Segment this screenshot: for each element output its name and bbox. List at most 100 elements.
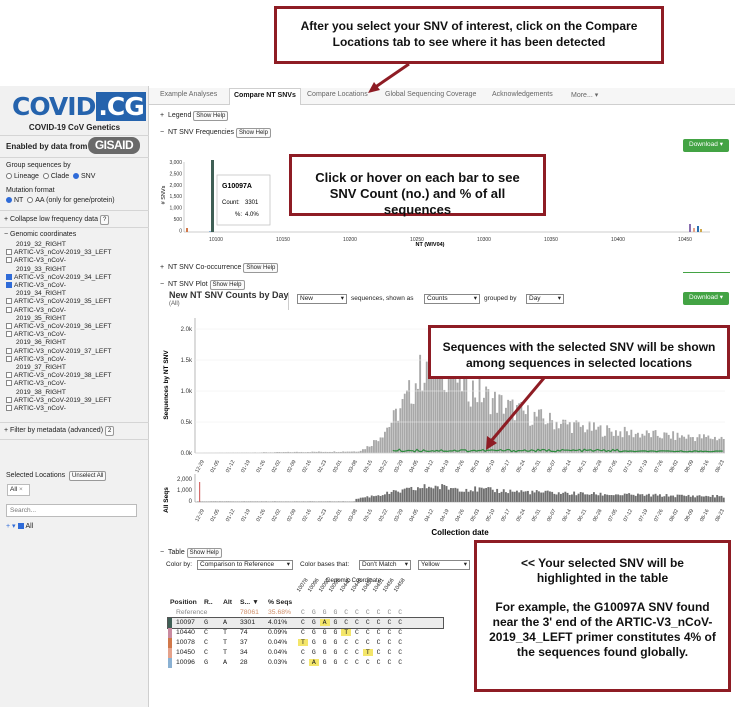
all-seqs-bar[interactable] [571, 494, 573, 502]
bar-10456[interactable] [700, 229, 702, 232]
snv-plot-bar[interactable] [698, 434, 701, 453]
all-seqs-bar[interactable] [606, 494, 609, 502]
all-seqs-bar[interactable] [401, 489, 404, 502]
snv-plot-bar[interactable] [606, 425, 609, 453]
all-seqs-bar[interactable] [562, 492, 565, 502]
all-seqs-bar[interactable] [676, 494, 679, 502]
snv-plot-bar[interactable] [588, 421, 591, 453]
cooccurrence-section[interactable]: + NT SNV Co-occurrence Show Help [160, 263, 279, 273]
all-seqs-bar[interactable] [659, 494, 661, 502]
snv-plot-bar[interactable] [395, 408, 397, 453]
snv-plot-bar[interactable] [419, 354, 422, 453]
snv-plot-bar[interactable] [676, 432, 679, 453]
snv-plot-bar[interactable] [566, 424, 569, 453]
all-seqs-bar[interactable] [626, 493, 628, 502]
tab-compare-nt-snvs[interactable]: Compare NT SNVs [229, 88, 301, 105]
plot-day-select[interactable]: Day ▾ [526, 294, 564, 304]
all-seqs-bar[interactable] [654, 493, 657, 502]
snv-plot-bar[interactable] [401, 399, 404, 453]
all-seqs-bar[interactable] [425, 488, 428, 502]
tab-acknowledgements[interactable]: Acknowledgements [492, 91, 553, 98]
primer-item[interactable]: 2019_34_RIGHT [6, 290, 144, 298]
all-seqs-bar[interactable] [634, 495, 637, 502]
all-seqs-bar[interactable] [590, 494, 593, 502]
all-seqs-bar[interactable] [529, 494, 532, 502]
primer-item[interactable]: ARTIC-V3_nCoV-2019_37_LEFT [6, 347, 144, 356]
all-seqs-bar[interactable] [595, 494, 598, 502]
snv-plot-bar[interactable] [667, 434, 670, 453]
bar-c10450t[interactable] [693, 228, 695, 232]
snv-plot-bar[interactable] [577, 421, 580, 453]
all-seqs-bar[interactable] [436, 486, 439, 502]
snv-plot-bar[interactable] [648, 433, 650, 453]
snv-plot-bar[interactable] [632, 437, 635, 453]
all-seqs-bar[interactable] [665, 494, 668, 502]
all-seqs-bar[interactable] [364, 497, 367, 502]
all-seqs-bar[interactable] [538, 491, 540, 502]
all-seqs-bar[interactable] [705, 495, 708, 502]
snv-plot-bar[interactable] [439, 378, 441, 453]
all-seqs-bar[interactable] [670, 495, 672, 502]
tab-example-analyses[interactable]: Example Analyses [160, 91, 217, 98]
all-seqs-bar[interactable] [621, 495, 624, 502]
all-seqs-bar[interactable] [524, 491, 527, 502]
covid-cg-logo[interactable]: COVID .CG [12, 92, 146, 122]
all-seqs-bar[interactable] [692, 495, 694, 502]
all-seqs-bar[interactable] [586, 494, 589, 502]
all-seqs-bar[interactable] [494, 492, 496, 502]
snv-plot-bar[interactable] [447, 371, 450, 453]
all-seqs-bar[interactable] [604, 494, 606, 502]
col-seqs[interactable]: S... ▼ [240, 599, 259, 606]
all-seqs-bar[interactable] [355, 498, 358, 502]
snv-plot-bar[interactable] [626, 431, 628, 453]
all-seqs-bar[interactable] [458, 491, 461, 502]
snv-plot-bar[interactable] [381, 437, 384, 453]
all-seqs-bar[interactable] [520, 490, 523, 502]
plus-icon[interactable]: + [6, 523, 10, 530]
snv-plot-bar[interactable] [445, 392, 448, 453]
all-seqs-bar[interactable] [549, 491, 551, 502]
snv-plot-bar[interactable] [362, 449, 364, 453]
all-seqs-bar[interactable] [593, 492, 595, 502]
tab-compare-locations[interactable]: Compare Locations [307, 91, 368, 98]
all-seqs-bar[interactable] [456, 488, 459, 502]
table-row[interactable]: Reference 78061 35.68% C G G G C C C C C C [168, 608, 443, 618]
all-seqs-bar[interactable] [417, 487, 419, 502]
all-seqs-bar[interactable] [412, 489, 415, 502]
group-lineage-radio[interactable]: Lineage [6, 173, 39, 180]
all-seqs-bar[interactable] [535, 490, 538, 502]
all-seqs-bar[interactable] [542, 492, 545, 502]
all-seqs-bar[interactable] [648, 493, 650, 502]
all-seqs-bar[interactable] [645, 494, 648, 502]
primer-item[interactable]: ARTIC-V3_nCoV- [6, 306, 144, 315]
location-tag-all[interactable]: All × [7, 484, 30, 496]
filter-metadata-toggle[interactable]: + Filter by metadata (advanced) 2 [4, 426, 115, 436]
all-seqs-bar[interactable] [683, 495, 686, 502]
all-seqs-bar[interactable] [357, 498, 360, 502]
snv-plot-bar[interactable] [709, 438, 712, 453]
all-seqs-bar[interactable] [720, 495, 723, 502]
snv-plot-bar[interactable] [665, 432, 668, 453]
snv-plot-bar[interactable] [388, 426, 391, 453]
collapse-low-frequency-toggle[interactable]: + Collapse low frequency data ? [4, 215, 110, 225]
all-seqs-bar[interactable] [608, 495, 611, 502]
primer-item[interactable]: 2019_36_RIGHT [6, 339, 144, 347]
table-row[interactable]: 10440 C T 74 0.09% C G G G T C C C C C [168, 628, 443, 638]
primer-item[interactable]: ARTIC-V3_nCoV-2019_33_LEFT [6, 249, 144, 257]
primer-item[interactable]: 2019_33_RIGHT [6, 266, 144, 274]
all-seqs-bar[interactable] [643, 495, 646, 502]
snv-plot-bar[interactable] [555, 421, 558, 453]
filter-help-button[interactable]: 2 [105, 426, 115, 436]
all-seqs-bar[interactable] [505, 492, 507, 502]
primer-item[interactable]: ARTIC-V3_nCoV-2019_34_LEFT [6, 273, 144, 282]
all-seqs-bar[interactable] [694, 497, 697, 502]
all-seqs-bar[interactable] [463, 491, 466, 502]
legend-section[interactable]: + Legend Show Help [160, 111, 229, 121]
all-seqs-bar[interactable] [447, 489, 450, 502]
all-seqs-bar[interactable] [403, 488, 406, 502]
all-seqs-bar[interactable] [430, 487, 433, 502]
checkbox-icon[interactable] [6, 249, 12, 256]
all-seqs-bar[interactable] [544, 490, 547, 502]
all-seqs-bar[interactable] [685, 496, 688, 502]
snv-plot-bar[interactable] [553, 429, 556, 453]
